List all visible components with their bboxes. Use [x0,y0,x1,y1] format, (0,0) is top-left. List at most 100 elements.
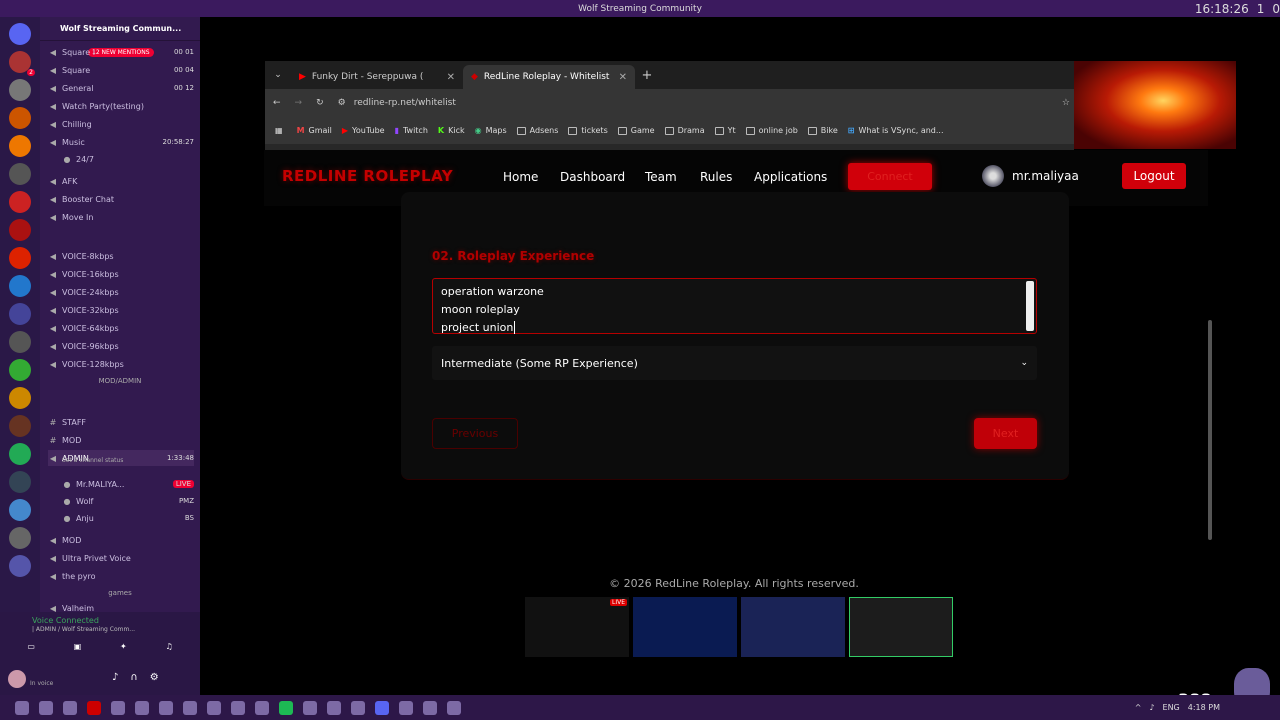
server-icon[interactable] [9,23,31,45]
bookmark-online-job[interactable]: online job [745,126,798,135]
server-icon[interactable] [9,191,31,213]
app-icon[interactable] [87,700,101,715]
voice-user[interactable]: ● Wolf PMZ [62,493,195,509]
server-icon[interactable] [9,499,31,521]
server-icon[interactable] [9,275,31,297]
reload-icon[interactable]: ↻ [316,98,324,108]
bookmark-kick[interactable]: K Kick [438,126,465,135]
app-icon[interactable] [351,700,365,715]
channel-item[interactable]: ◀ VOICE-8kbps [48,248,194,264]
channel-item[interactable]: ◀ VOICE-96kbps [48,338,194,354]
server-icon[interactable]: 2 [9,51,35,76]
channel-item[interactable]: ◀ VOICE-64kbps [48,320,194,336]
channel-item[interactable]: # MOD [48,432,194,448]
bookmark-youtube[interactable]: ▶ YouTube [342,126,385,135]
back-icon[interactable]: ← [273,98,281,108]
edge-icon[interactable] [63,700,77,715]
voice-user[interactable]: ● 24/7 [62,151,194,167]
nav-home[interactable]: Home [503,170,538,184]
voice-user[interactable]: ● Anju BS [62,510,195,526]
search-icon[interactable] [15,700,29,715]
steam-icon[interactable] [423,700,437,715]
forward-icon[interactable]: → [295,98,303,108]
tab-search-icon[interactable]: ⌄ [265,70,291,80]
channel-item[interactable]: ◀ Chilling [48,116,194,132]
video-tile[interactable] [633,597,737,657]
app-icon[interactable] [447,700,461,715]
channel-item[interactable]: ◀ Square I 00 01 [48,44,194,60]
page-scrollbar[interactable] [1206,160,1214,590]
channel-item[interactable]: ◀ General 00 12 [48,80,194,96]
nav-rules[interactable]: Rules [700,170,732,184]
bookmark-drama[interactable]: Drama [664,126,705,135]
discord-icon[interactable] [375,700,389,715]
spotify-icon[interactable] [279,700,293,715]
channel-item[interactable]: # STAFF [48,414,194,430]
video-tile[interactable]: LIVE [525,597,629,657]
server-icon[interactable] [9,79,31,101]
connect-button[interactable]: Connect [848,163,932,190]
server-icon[interactable] [9,527,31,549]
nav-team[interactable]: Team [645,170,677,184]
server-icon[interactable] [9,303,31,325]
category-header[interactable]: games [46,587,194,599]
taskbar-clock[interactable]: 4:18 PM [1188,703,1220,712]
chevron-up-icon[interactable]: ^ [1135,703,1142,712]
tab-redline[interactable]: ◆ RedLine Roleplay - Whitelist ✕ [463,65,635,89]
voice-channel-label[interactable]: | ADMIN / Wolf Streaming Comm... [32,626,135,633]
close-icon[interactable]: ✕ [619,72,627,83]
previous-button[interactable]: Previous [432,418,518,449]
server-icon[interactable] [9,163,31,185]
bookmark-bike[interactable]: Bike [807,126,838,135]
channel-item[interactable]: ◀ Ultra Privet Voice [48,550,194,566]
bookmark-gmail[interactable]: M Gmail [297,126,332,135]
camera-icon[interactable]: ▭ [27,642,35,658]
server-icon[interactable] [9,555,31,577]
server-icon[interactable] [9,443,31,465]
channel-item[interactable]: ◀ Move In [48,209,194,225]
channel-item[interactable]: ◀ VOICE-16kbps [48,266,194,282]
channel-item[interactable]: ◀ Watch Party(testing) [48,98,194,114]
chrome-icon[interactable] [111,700,125,715]
channel-status[interactable]: Set a channel status [62,457,123,464]
category-header[interactable]: MOD/ADMIN [46,375,194,387]
bookmark-tickets[interactable]: tickets [568,126,608,135]
channel-item[interactable]: ◀ Square 00 04 [48,62,194,78]
download-icon[interactable] [159,700,173,715]
experience-level-select[interactable]: Intermediate (Some RP Experience) ⌄ [432,346,1037,380]
server-icon[interactable] [9,415,31,437]
url-field[interactable]: ⚙ redline-rp.net/whitelist [338,98,456,108]
server-icon[interactable] [9,247,31,269]
channel-item[interactable]: ◀ AFK [48,173,194,189]
mic-icon[interactable]: ♪ [112,672,118,683]
video-tile[interactable] [849,597,953,657]
bookmark-star-icon[interactable]: ☆ [1062,98,1070,108]
bookmark-yt[interactable]: Yt [714,126,736,135]
bookmark-vsync[interactable]: ⊞ What is VSync, and... [848,126,944,135]
app-icon[interactable] [303,700,317,715]
server-icon[interactable] [9,387,31,409]
server-icon[interactable] [9,331,31,353]
new-tab-button[interactable]: + [635,68,659,83]
headphones-icon[interactable]: ∩ [130,672,137,683]
server-icon[interactable] [9,359,31,381]
server-icon[interactable] [9,219,31,241]
app-icon[interactable] [327,700,341,715]
screenshare-icon[interactable]: ▣ [74,642,82,658]
bookmark-twitch[interactable]: ▮ Twitch [395,126,428,135]
scrollbar-thumb[interactable] [1208,320,1212,540]
user-menu[interactable]: mr.maliyaa [982,165,1079,187]
app-icon[interactable] [231,700,245,715]
soundboard-icon[interactable]: ♫ [165,642,172,658]
bookmark-maps[interactable]: ◉ Maps [475,126,507,135]
avatar[interactable] [8,670,26,688]
server-icon[interactable] [9,471,31,493]
app-icon[interactable] [255,700,269,715]
app-icon[interactable] [207,700,221,715]
server-name[interactable]: Wolf Streaming Commun... [40,17,200,41]
channel-item[interactable]: ◀ MOD [48,532,194,548]
video-tile[interactable] [741,597,845,657]
nav-applications[interactable]: Applications [754,170,827,184]
apps-icon[interactable]: ▦ [275,126,283,135]
voice-user[interactable]: ● Mr.MALIYA... LIVE [62,476,194,492]
